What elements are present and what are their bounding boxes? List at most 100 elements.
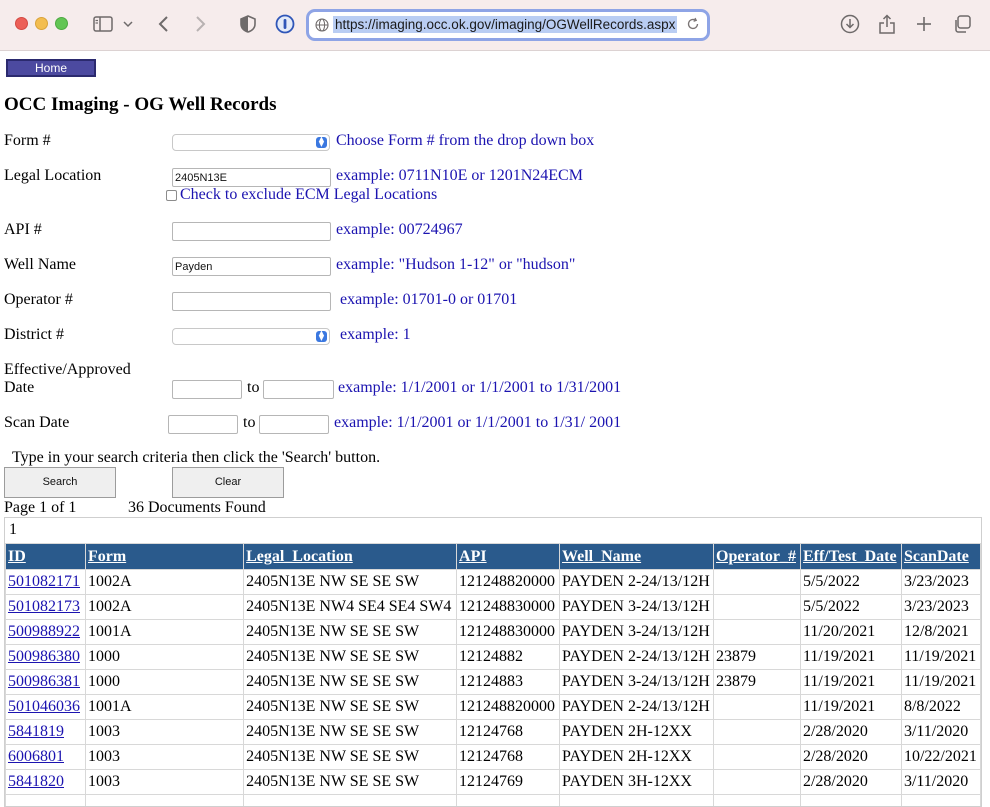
api-cell: 121248820000 — [457, 570, 560, 595]
pager-current-page[interactable]: 1 — [9, 521, 17, 539]
privacy-shield-icon[interactable] — [237, 13, 259, 35]
table-row: 5841819 1003 2405N13E NW SE SE SW 121247… — [6, 720, 981, 745]
browser-toolbar: https://imaging.occ.ok.gov/imaging/OGWel… — [0, 0, 990, 51]
eff-test-date-cell: 11/19/2021 — [800, 670, 901, 695]
document-id-link[interactable]: 6006801 — [8, 748, 64, 765]
form-cell: 1003 — [85, 770, 243, 795]
well-name-input[interactable]: Payden — [172, 257, 331, 276]
document-id-link[interactable]: 500986381 — [8, 673, 80, 690]
api-label: API # — [4, 221, 42, 239]
eff-test-date-cell: 11/20/2021 — [800, 620, 901, 645]
eff-test-date-cell: 2/28/2020 — [800, 720, 901, 745]
downloads-icon[interactable] — [839, 13, 861, 35]
search-button[interactable]: Search — [4, 467, 116, 498]
column-header-eff-test-date[interactable]: Eff/Test_Date — [800, 544, 901, 570]
minimize-window-button[interactable] — [35, 17, 48, 30]
scan-date-cell: 3/23/2023 — [901, 595, 980, 620]
exclude-ecm-checkbox[interactable] — [166, 190, 177, 201]
operator-cell — [714, 695, 801, 720]
operator-cell — [714, 795, 801, 807]
api-cell: 121248820000 — [457, 695, 560, 720]
operator-input[interactable] — [172, 292, 331, 311]
effective-date-from-input[interactable] — [172, 380, 242, 399]
api-input[interactable] — [172, 222, 331, 241]
tab-overview-icon[interactable] — [951, 13, 973, 35]
exclude-ecm-label[interactable]: Check to exclude ECM Legal Locations — [180, 186, 437, 204]
document-id-link[interactable]: 501082173 — [8, 598, 80, 615]
address-bar[interactable]: https://imaging.occ.ok.gov/imaging/OGWel… — [306, 9, 710, 41]
form-cell: 1000 — [85, 670, 243, 695]
operator-cell: 23879 — [714, 670, 801, 695]
column-header-well-name[interactable]: Well_Name — [560, 544, 714, 570]
column-header-api[interactable]: API — [457, 544, 560, 570]
well-name-cell: PAYDEN 2-24/13/12H — [560, 570, 714, 595]
column-header-scan-date[interactable]: ScanDate — [901, 544, 980, 570]
well-name-cell: PAYDEN 2H-12XX — [560, 745, 714, 770]
api-cell: 12124768 — [457, 720, 560, 745]
form-number-label: Form # — [4, 132, 51, 150]
scan-date-cell: 10/22/2021 — [901, 745, 980, 770]
form-cell: 1000 — [85, 645, 243, 670]
document-id-link[interactable]: 5841819 — [8, 723, 64, 740]
scan-date-to-label: to — [243, 414, 255, 432]
search-instructions: Type in your search criteria then click … — [12, 449, 380, 467]
id-cell: 501046036 — [6, 695, 86, 720]
column-header-id[interactable]: ID — [6, 544, 86, 570]
password-extension-icon[interactable] — [274, 13, 296, 35]
legal-location-input[interactable]: 2405N13E — [172, 168, 331, 187]
scan-date-cell — [901, 795, 980, 807]
close-window-button[interactable] — [15, 17, 28, 30]
eff-test-date-cell: 2/28/2020 — [800, 745, 901, 770]
operator-cell — [714, 745, 801, 770]
document-id-link[interactable]: 500988922 — [8, 623, 80, 640]
scan-date-cell: 11/19/2021 — [901, 670, 980, 695]
column-header-legal-location[interactable]: Legal_Location — [244, 544, 457, 570]
scan-date-label: Scan Date — [4, 414, 69, 432]
legal-location-cell: 2405N13E NW SE SE SW — [244, 720, 457, 745]
sidebar-icon[interactable] — [92, 13, 114, 35]
forward-icon[interactable] — [189, 13, 211, 35]
home-button[interactable]: Home — [6, 59, 96, 77]
id-cell — [6, 795, 86, 807]
form-number-select[interactable]: ▲▼ — [172, 134, 330, 151]
well-name-cell: PAYDEN 2-24/13/12H — [560, 645, 714, 670]
api-cell: 12124882 — [457, 645, 560, 670]
form-cell: 1001A — [85, 620, 243, 645]
column-header-operator[interactable]: Operator_# — [714, 544, 801, 570]
url-text[interactable]: https://imaging.occ.ok.gov/imaging/OGWel… — [333, 16, 677, 33]
document-id-link[interactable]: 501046036 — [8, 698, 80, 715]
district-label: District # — [4, 326, 64, 344]
chevron-down-icon[interactable] — [121, 13, 135, 35]
operator-cell — [714, 770, 801, 795]
legal-location-label: Legal Location — [4, 167, 101, 185]
scan-date-cell: 12/8/2021 — [901, 620, 980, 645]
form-cell — [85, 795, 243, 807]
select-arrows-icon: ▲▼ — [316, 331, 327, 342]
form-cell: 1001A — [85, 695, 243, 720]
reload-icon[interactable] — [686, 17, 700, 36]
page-title: OCC Imaging - OG Well Records — [4, 94, 277, 116]
document-id-link[interactable]: 5841820 — [8, 773, 64, 790]
document-id-link[interactable]: 501082171 — [8, 573, 80, 590]
eff-test-date-cell: 5/5/2022 — [800, 570, 901, 595]
effective-date-label-line2: Date — [4, 379, 34, 397]
back-icon[interactable] — [153, 13, 175, 35]
scan-date-from-input[interactable] — [168, 415, 238, 434]
api-cell: 12124769 — [457, 770, 560, 795]
new-tab-icon[interactable] — [913, 13, 935, 35]
clear-button[interactable]: Clear — [172, 467, 284, 498]
well-name-cell — [560, 795, 714, 807]
effective-date-to-input[interactable] — [263, 380, 334, 399]
legal-location-cell: 2405N13E NW SE SE SW — [244, 770, 457, 795]
share-icon[interactable] — [876, 13, 898, 35]
operator-cell — [714, 620, 801, 645]
api-cell — [457, 795, 560, 807]
scan-date-to-input[interactable] — [259, 415, 329, 434]
district-select[interactable]: ▲▼ — [172, 328, 330, 345]
id-cell: 5841820 — [6, 770, 86, 795]
zoom-window-button[interactable] — [55, 17, 68, 30]
globe-icon — [315, 18, 329, 37]
column-header-form[interactable]: Form — [85, 544, 243, 570]
document-id-link[interactable]: 500986380 — [8, 648, 80, 665]
operator-hint: example: 01701-0 or 01701 — [340, 291, 517, 309]
